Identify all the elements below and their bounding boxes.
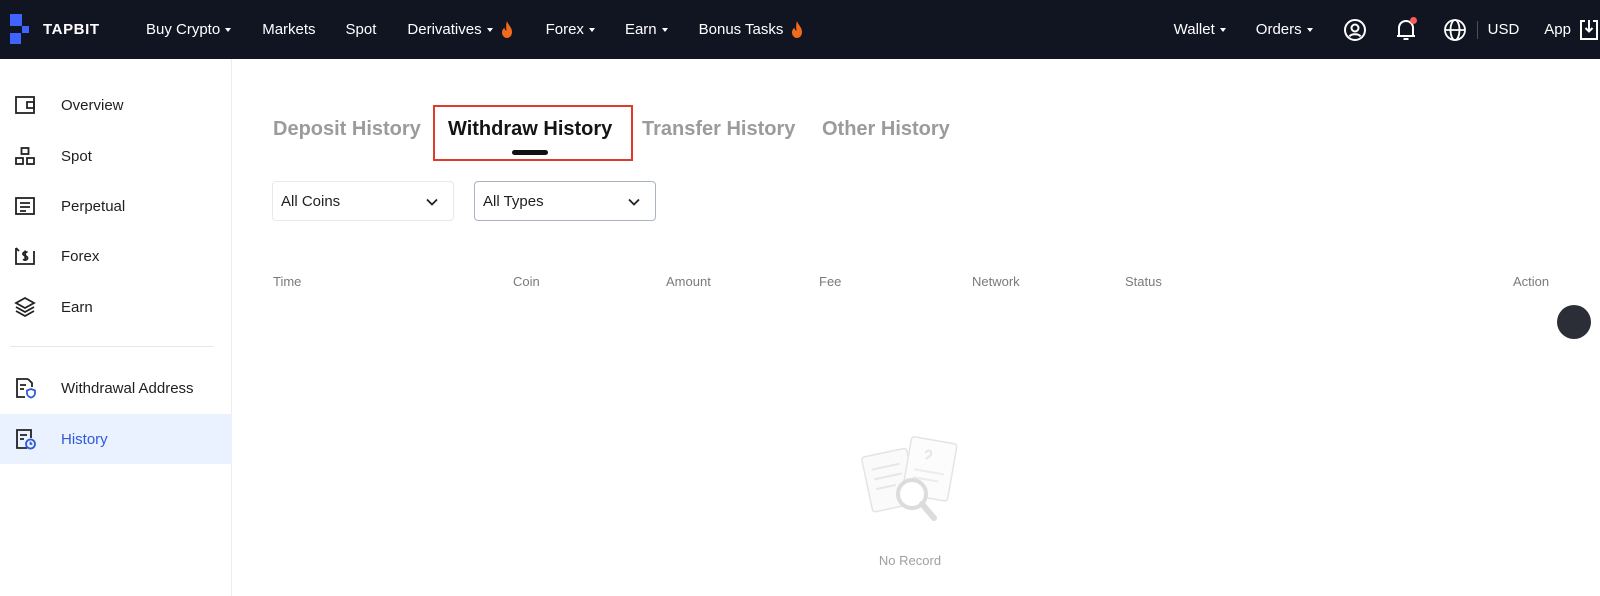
- download-icon: [1580, 19, 1598, 40]
- sidebar: Overview Spot Perpetual Forex Earn Withd…: [0, 59, 232, 596]
- notification-bell-icon[interactable]: [1395, 16, 1417, 42]
- brand-logo[interactable]: TAPBIT: [10, 14, 100, 44]
- sidebar-item-earn[interactable]: Earn: [0, 282, 232, 332]
- column-header-coin: Coin: [513, 274, 540, 289]
- nav-buy-crypto[interactable]: Buy Crypto: [146, 0, 232, 59]
- annotation-highlight-box: [433, 105, 633, 161]
- nav-derivatives[interactable]: Derivatives: [407, 0, 513, 59]
- fire-icon: [792, 21, 803, 38]
- nav-orders[interactable]: Orders: [1256, 0, 1313, 59]
- spot-icon: [15, 147, 35, 165]
- forex-icon: [15, 247, 35, 265]
- no-record-illustration-icon: [861, 436, 958, 521]
- perpetual-icon: [15, 197, 35, 215]
- sidebar-item-spot[interactable]: Spot: [0, 131, 232, 181]
- layers-icon: [14, 296, 36, 318]
- column-header-time: Time: [273, 274, 302, 289]
- caret-down-icon: [1306, 28, 1313, 32]
- notification-dot: [1409, 16, 1417, 24]
- sidebar-divider: [10, 346, 213, 347]
- nav-spot[interactable]: Spot: [346, 0, 377, 59]
- sidebar-item-forex[interactable]: Forex: [0, 231, 232, 281]
- address-book-icon: [16, 378, 36, 399]
- caret-down-icon: [588, 28, 595, 32]
- column-header-network: Network: [972, 274, 1020, 289]
- brand-name: TAPBIT: [43, 20, 100, 38]
- nav-bonus-tasks[interactable]: Bonus Tasks: [699, 0, 805, 59]
- nav-app-download[interactable]: App: [1544, 0, 1600, 59]
- top-navigation-bar: TAPBIT Buy Crypto Markets Spot Derivativ…: [0, 0, 1600, 59]
- language-globe-icon[interactable]: [1443, 18, 1467, 42]
- account-icon[interactable]: [1343, 18, 1367, 42]
- wallet-icon: [15, 96, 35, 114]
- chevron-down-icon: [426, 198, 438, 206]
- history-icon: [16, 429, 36, 450]
- column-header-fee: Fee: [819, 274, 842, 289]
- nav-wallet[interactable]: Wallet: [1174, 0, 1226, 59]
- type-filter-select[interactable]: All Types: [474, 181, 656, 221]
- type-filter-value: All Types: [483, 192, 544, 210]
- caret-down-icon: [661, 28, 668, 32]
- floating-chat-button[interactable]: [1557, 305, 1591, 339]
- sidebar-item-overview[interactable]: Overview: [0, 80, 232, 130]
- nav-earn[interactable]: Earn: [625, 0, 668, 59]
- currency-selector[interactable]: USD: [1488, 0, 1520, 59]
- sidebar-item-withdrawal-address[interactable]: Withdrawal Address: [0, 363, 232, 413]
- tab-deposit-history[interactable]: Deposit History: [273, 118, 421, 141]
- coin-filter-value: All Coins: [281, 192, 341, 210]
- user-nav: Wallet Orders USD App: [1174, 0, 1600, 59]
- tapbit-logo-icon: [10, 14, 40, 44]
- main-nav: Buy Crypto Markets Spot Derivatives Fore…: [146, 0, 804, 59]
- chevron-down-icon: [628, 198, 640, 206]
- sidebar-item-history[interactable]: History: [0, 414, 232, 464]
- empty-state-text: No Record: [878, 553, 942, 568]
- tab-transfer-history[interactable]: Transfer History: [642, 118, 795, 141]
- caret-down-icon: [1219, 28, 1226, 32]
- caret-down-icon: [225, 28, 232, 32]
- coin-filter-select[interactable]: All Coins: [272, 181, 454, 221]
- tab-other-history[interactable]: Other History: [822, 118, 950, 141]
- caret-down-icon: [486, 28, 493, 32]
- fire-icon: [501, 21, 512, 38]
- column-header-status: Status: [1125, 274, 1162, 289]
- separator: [1476, 20, 1478, 39]
- nav-markets[interactable]: Markets: [262, 0, 315, 59]
- sidebar-item-perpetual[interactable]: Perpetual: [0, 181, 232, 231]
- column-header-amount: Amount: [666, 274, 711, 289]
- column-header-action: Action: [1513, 274, 1550, 289]
- nav-forex[interactable]: Forex: [546, 0, 595, 59]
